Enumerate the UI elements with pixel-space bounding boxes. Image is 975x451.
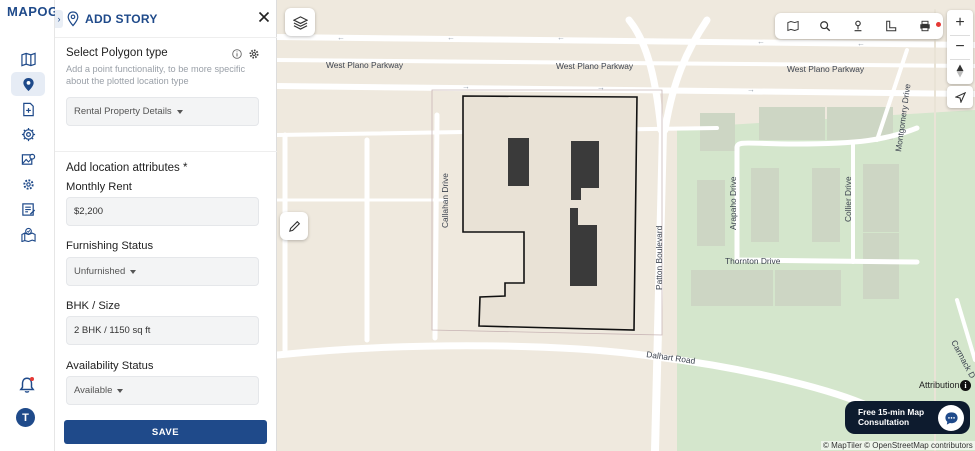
compass-button[interactable] bbox=[947, 59, 973, 83]
map-search-icon[interactable] bbox=[787, 20, 799, 32]
print-icon[interactable] bbox=[919, 20, 931, 32]
rail-map-check-button[interactable] bbox=[11, 222, 45, 246]
furnishing-status-label: Furnishing Status bbox=[66, 240, 154, 252]
location-pin-icon bbox=[22, 77, 34, 91]
svg-text:→: → bbox=[462, 82, 470, 91]
street-label-callahan: Callahan Drive bbox=[440, 173, 450, 228]
bhk-size-value: 2 BHK / 1150 sq ft bbox=[74, 325, 151, 336]
settings-icon bbox=[21, 127, 35, 141]
logo-text: MAPOG bbox=[7, 4, 59, 19]
availability-status-value: Available bbox=[74, 385, 113, 396]
save-button[interactable]: SAVE bbox=[64, 420, 267, 444]
notification-dot bbox=[30, 377, 34, 381]
avatar-initial: T bbox=[22, 411, 29, 424]
chevron-right-icon: › bbox=[57, 14, 61, 24]
street-label-parkway-2: West Plano Parkway bbox=[556, 61, 634, 71]
polygon-type-title: Select Polygon type bbox=[66, 47, 168, 59]
layers-button[interactable] bbox=[285, 8, 315, 36]
gear-cog-icon bbox=[22, 178, 34, 190]
user-avatar[interactable]: T bbox=[16, 408, 35, 427]
attribution-label[interactable]: Attribution bbox=[919, 380, 960, 390]
compass-icon bbox=[956, 64, 964, 78]
rail-map-button[interactable] bbox=[11, 47, 45, 71]
street-label-patton: Patton Boulevard bbox=[654, 225, 664, 290]
gallery-icon bbox=[21, 153, 35, 165]
add-file-icon bbox=[22, 102, 34, 116]
svg-text:←: ← bbox=[447, 33, 455, 42]
polygon-type-description: Add a point functionality, to be more sp… bbox=[66, 64, 246, 86]
chat-icon bbox=[944, 411, 958, 425]
map-canvas[interactable]: ← ← ← ← ← → → → West Plano Parkway West Plano … bbox=[277, 0, 975, 451]
availability-status-select[interactable]: Available bbox=[66, 376, 259, 405]
info-circle-icon[interactable]: i bbox=[960, 380, 971, 391]
furnishing-status-select[interactable]: Unfurnished bbox=[66, 257, 259, 286]
collapse-panel-button[interactable]: › bbox=[55, 10, 63, 28]
bhk-size-label: BHK / Size bbox=[66, 300, 121, 312]
navigation-arrow-icon bbox=[954, 91, 966, 103]
monthly-rent-label: Monthly Rent bbox=[66, 181, 132, 193]
svg-text:→: → bbox=[747, 85, 755, 94]
layers-icon bbox=[292, 15, 308, 30]
zoom-out-button[interactable]: − bbox=[947, 35, 973, 59]
caret-down-icon bbox=[130, 269, 137, 274]
furnishing-status-value: Unfurnished bbox=[74, 266, 126, 277]
street-label-parkway-1: West Plano Parkway bbox=[326, 60, 404, 70]
street-label-parkway-3: West Plano Parkway bbox=[787, 64, 865, 74]
app-logo[interactable]: MAPOG bbox=[7, 4, 59, 19]
polygon-type-select[interactable]: Rental Property Details bbox=[66, 97, 259, 126]
caret-down-icon bbox=[176, 109, 183, 114]
attributes-title: Add location attributes * bbox=[66, 162, 188, 174]
edit-polygon-button[interactable] bbox=[280, 212, 308, 240]
svg-text:←: ← bbox=[337, 33, 345, 42]
map-icon bbox=[20, 52, 36, 66]
rail-settings-button[interactable] bbox=[11, 122, 45, 146]
svg-text:→: → bbox=[597, 83, 605, 92]
monthly-rent-value: $2,200 bbox=[74, 206, 104, 217]
street-label-collier: Collier Drive bbox=[843, 176, 853, 222]
bhk-size-input[interactable]: 2 BHK / 1150 sq ft bbox=[66, 316, 259, 345]
chat-button[interactable] bbox=[938, 405, 964, 431]
map-toolbar bbox=[775, 13, 943, 39]
panel-header: › ADD STORY bbox=[55, 0, 277, 38]
panel-title: ADD STORY bbox=[85, 12, 158, 26]
measure-icon[interactable] bbox=[885, 20, 897, 32]
pencil-icon bbox=[288, 220, 300, 232]
caret-down-icon bbox=[117, 388, 124, 393]
rail-location-button[interactable] bbox=[11, 72, 45, 96]
gear-icon[interactable] bbox=[248, 48, 260, 60]
svg-text:←: ← bbox=[557, 33, 565, 42]
icon-rail: MAPOG T bbox=[0, 0, 58, 451]
location-pin-outline-icon bbox=[67, 11, 79, 27]
search-icon[interactable] bbox=[819, 20, 831, 32]
zoom-controls: + − bbox=[947, 10, 973, 84]
street-label-thornton: Thornton Drive bbox=[725, 256, 781, 266]
add-story-panel: › ADD STORY Select Polygon type Add a po… bbox=[55, 0, 277, 451]
minus-icon: − bbox=[955, 38, 965, 55]
section-divider bbox=[55, 151, 277, 152]
user-location-icon[interactable] bbox=[852, 20, 864, 32]
rail-gear-button[interactable] bbox=[11, 172, 45, 196]
toolbar-notification-dot bbox=[935, 21, 942, 28]
map-view[interactable]: ← ← ← ← ← → → → West Plano Parkway West Plano … bbox=[277, 0, 975, 451]
close-icon[interactable] bbox=[258, 11, 270, 23]
svg-text:←: ← bbox=[757, 37, 765, 46]
street-label-arapaho: Arapaho Drive bbox=[728, 176, 738, 230]
rail-gallery-button[interactable] bbox=[11, 147, 45, 171]
geolocate-button[interactable] bbox=[947, 86, 973, 108]
svg-text:←: ← bbox=[857, 39, 865, 48]
info-icon[interactable] bbox=[232, 49, 242, 59]
rail-add-file-button[interactable] bbox=[11, 97, 45, 121]
map-copyright[interactable]: © MapTiler © OpenStreetMap contributors bbox=[821, 441, 975, 450]
map-check-icon bbox=[20, 227, 36, 242]
rail-notes-button[interactable] bbox=[11, 197, 45, 221]
edit-note-icon bbox=[21, 202, 35, 216]
plus-icon: + bbox=[955, 14, 965, 31]
monthly-rent-input[interactable]: $2,200 bbox=[66, 197, 259, 226]
polygon-type-value: Rental Property Details bbox=[74, 106, 172, 117]
availability-status-label: Availability Status bbox=[66, 360, 154, 372]
zoom-in-button[interactable]: + bbox=[947, 11, 973, 35]
